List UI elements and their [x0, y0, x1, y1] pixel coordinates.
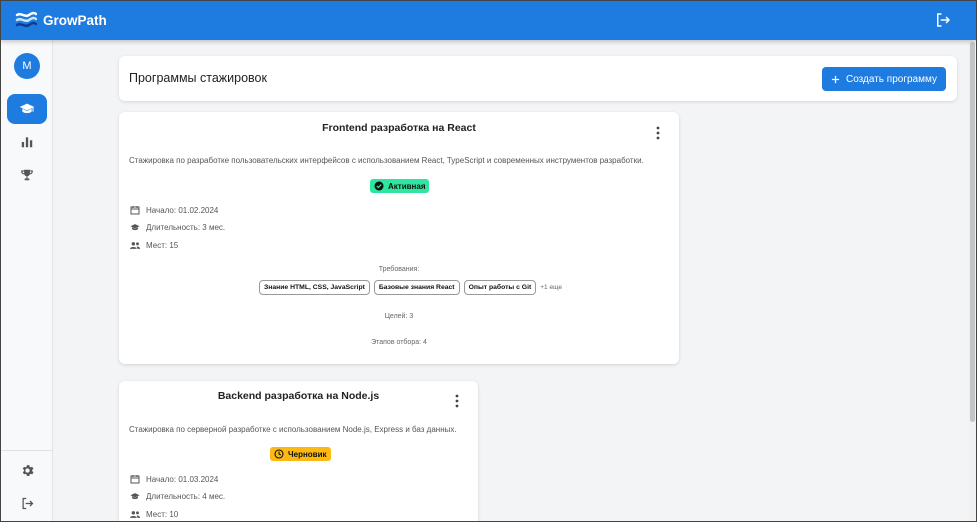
- calendar-icon: [130, 475, 140, 484]
- logout-icon: [22, 497, 33, 509]
- sidebar: M: [1, 40, 53, 521]
- program-card[interactable]: Backend разработка на Node.js Стажировка…: [119, 381, 478, 521]
- status-label: Активная: [388, 181, 426, 191]
- bar-chart-icon: [21, 137, 33, 148]
- more-vert-icon[interactable]: [452, 393, 462, 409]
- sidebar-item-achievements[interactable]: [7, 160, 47, 190]
- page-header: Программы стажировок Создать программу: [119, 56, 957, 101]
- sidebar-item-programs[interactable]: [7, 94, 47, 124]
- requirement-chip: Базовые знания React: [373, 280, 460, 295]
- duration-row: Длительность: 3 мес.: [130, 223, 225, 232]
- status-label: Черновик: [288, 449, 327, 459]
- requirements-more: +1 еще: [540, 284, 562, 291]
- goals-count: Целей: 3: [384, 313, 414, 320]
- sidebar-item-analytics[interactable]: [7, 127, 47, 157]
- requirements-list: Знание HTML, CSS, JavaScript Базовые зна…: [259, 280, 562, 295]
- start-date-row: Начало: 01.02.2024: [130, 205, 218, 215]
- graduation-cap-icon: [130, 493, 140, 500]
- page-title: Программы стажировок: [129, 71, 267, 85]
- scrollbar-thumb[interactable]: [970, 42, 975, 422]
- seats-text: Мест: 15: [146, 241, 179, 250]
- logo[interactable]: GrowPath: [15, 11, 107, 31]
- program-card[interactable]: Frontend разработка на React Стажировка …: [119, 112, 679, 364]
- app-window: GrowPath M Программы стажировок Создать …: [0, 0, 977, 522]
- duration-text: Длительность: 3 мес.: [146, 223, 226, 232]
- seats-row: Мест: 10: [130, 510, 178, 519]
- duration-text: Длительность: 4 мес.: [146, 492, 226, 501]
- status-badge: Активная: [370, 179, 430, 193]
- clock-icon: [274, 449, 284, 459]
- program-description: Стажировка по серверной разработке с исп…: [129, 425, 457, 434]
- create-program-label: Создать программу: [846, 73, 937, 85]
- start-date-text: Начало: 01.03.2024: [146, 474, 219, 484]
- gear-icon: [22, 464, 33, 476]
- stages-count: Этапов отбора: 4: [371, 339, 427, 346]
- program-title: Frontend разработка на React: [322, 122, 476, 134]
- sidebar-divider: [1, 450, 53, 451]
- calendar-icon: [130, 206, 140, 215]
- sidebar-item-logout[interactable]: [7, 488, 47, 518]
- duration-row: Длительность: 4 мес.: [130, 492, 225, 501]
- start-date-row: Начало: 01.03.2024: [130, 474, 218, 484]
- seats-text: Мест: 10: [146, 510, 179, 519]
- graduation-cap-icon: [19, 103, 35, 114]
- growpath-logo-icon: [15, 11, 37, 27]
- more-vert-icon[interactable]: [653, 125, 663, 141]
- seats-row: Мест: 15: [130, 241, 178, 250]
- avatar[interactable]: M: [14, 53, 40, 79]
- people-icon: [130, 511, 140, 518]
- program-title: Backend разработка на Node.js: [217, 390, 380, 402]
- requirement-chip: Опыт работы с Git: [463, 280, 537, 295]
- status-badge: Черновик: [270, 447, 331, 461]
- program-description: Стажировка по разработке пользовательски…: [129, 156, 644, 165]
- logout-icon[interactable]: [934, 11, 952, 29]
- sidebar-item-settings[interactable]: [7, 455, 47, 485]
- top-bar: GrowPath: [1, 1, 976, 40]
- start-date-text: Начало: 01.02.2024: [146, 205, 219, 215]
- trophy-icon: [21, 169, 33, 181]
- requirement-chip: Знание HTML, CSS, JavaScript: [259, 280, 370, 295]
- graduation-cap-icon: [130, 224, 140, 231]
- people-icon: [130, 242, 140, 249]
- plus-icon: [831, 75, 840, 83]
- requirements-label: Требования:: [378, 266, 420, 273]
- check-circle-icon: [374, 181, 384, 191]
- app-name: GrowPath: [43, 13, 107, 28]
- create-program-button[interactable]: Создать программу: [822, 67, 946, 91]
